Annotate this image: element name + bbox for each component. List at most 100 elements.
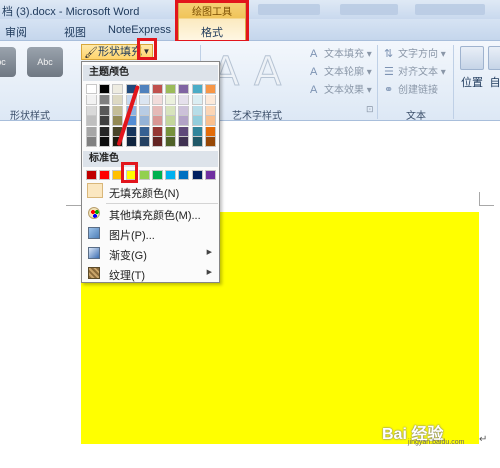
- standard-color-swatch[interactable]: [99, 170, 111, 180]
- blurred-title-segment: [415, 4, 485, 15]
- dialog-launcher-icon[interactable]: ⊡: [366, 104, 374, 115]
- text-fill-button[interactable]: A 文本填充 ▾: [310, 45, 372, 60]
- menu-item-picture[interactable]: 图片(P)...: [83, 224, 218, 243]
- theme-color-swatch[interactable]: [178, 126, 190, 137]
- group-separator: [453, 45, 454, 119]
- theme-color-swatch[interactable]: [138, 95, 150, 105]
- theme-color-swatch[interactable]: [204, 137, 216, 147]
- menu-item-label: 纹理(T): [109, 270, 146, 282]
- tab-noteexpress[interactable]: NoteExpress: [108, 24, 171, 36]
- theme-color-swatch[interactable]: [191, 126, 203, 137]
- theme-color-swatch[interactable]: [86, 126, 97, 137]
- theme-color-swatch[interactable]: [138, 137, 150, 147]
- theme-color-swatch[interactable]: [86, 95, 97, 105]
- standard-color-swatch[interactable]: [138, 170, 150, 180]
- theme-color-swatch[interactable]: [99, 116, 111, 126]
- theme-color-swatch[interactable]: [99, 105, 111, 116]
- theme-color-swatch[interactable]: [204, 84, 216, 94]
- theme-color-swatch[interactable]: [112, 95, 124, 105]
- theme-color-swatch[interactable]: [152, 116, 163, 126]
- theme-color-swatch[interactable]: [125, 137, 137, 147]
- theme-color-swatch[interactable]: [191, 84, 203, 94]
- text-outline-button[interactable]: A 文本轮廓 ▾: [310, 63, 372, 78]
- theme-color-swatch[interactable]: [178, 95, 190, 105]
- theme-color-swatch[interactable]: [178, 105, 190, 116]
- standard-color-swatch[interactable]: [86, 170, 97, 180]
- gradient-icon: [88, 247, 100, 259]
- theme-color-swatch[interactable]: [138, 126, 150, 137]
- text-outline-label: 文本轮廓: [324, 67, 364, 78]
- theme-color-swatch[interactable]: [99, 95, 111, 105]
- text-fill-label: 文本填充: [324, 49, 364, 60]
- theme-color-swatch[interactable]: [204, 126, 216, 137]
- text-direction-button[interactable]: ⇅ 文字方向 ▾: [384, 45, 446, 60]
- theme-color-swatch[interactable]: [191, 105, 203, 116]
- paint-bucket-icon: 🖌: [84, 47, 98, 59]
- text-outline-icon: A: [310, 66, 318, 78]
- standard-color-swatch[interactable]: [178, 170, 190, 180]
- menu-item-gradient[interactable]: 渐变(G) ▶: [83, 244, 218, 263]
- texture-icon: [88, 267, 100, 279]
- wrap-text-icon: [488, 46, 500, 70]
- tab-view[interactable]: 视图: [64, 24, 86, 40]
- highlight-box-format-tab: [175, 0, 249, 43]
- wrap-text-button[interactable]: 自: [488, 46, 500, 90]
- standard-color-swatch[interactable]: [191, 170, 203, 180]
- theme-color-swatch[interactable]: [191, 137, 203, 147]
- standard-color-swatch[interactable]: [204, 170, 216, 180]
- submenu-arrow-icon: ▶: [206, 249, 212, 256]
- standard-color-swatch[interactable]: [152, 170, 163, 180]
- theme-color-swatch[interactable]: [86, 105, 97, 116]
- theme-color-swatch[interactable]: [204, 116, 216, 126]
- theme-color-swatch[interactable]: [165, 84, 177, 94]
- theme-color-swatch[interactable]: [204, 95, 216, 105]
- standard-color-swatch[interactable]: [165, 170, 177, 180]
- watermark-url: jingyan.baidu.com: [408, 439, 465, 446]
- theme-color-swatch[interactable]: [165, 105, 177, 116]
- theme-color-swatch[interactable]: [138, 116, 150, 126]
- menu-item-more-fill-colors[interactable]: 其他填充颜色(M)...: [83, 204, 218, 223]
- theme-color-swatch[interactable]: [165, 116, 177, 126]
- text-effects-button[interactable]: A 文本效果 ▾: [310, 81, 372, 96]
- link-icon: ⚭: [384, 84, 394, 96]
- theme-color-swatch[interactable]: [112, 84, 124, 94]
- shape-style-preview[interactable]: Abc: [27, 47, 63, 77]
- theme-color-swatch[interactable]: [178, 137, 190, 147]
- create-link-button[interactable]: ⚭ 创建链接: [384, 81, 438, 96]
- ribbon-tabs: 审阅 视图 NoteExpress: [0, 19, 500, 41]
- shape-style-preview[interactable]: Abc: [0, 47, 16, 77]
- theme-color-swatch[interactable]: [204, 105, 216, 116]
- theme-color-swatch[interactable]: [99, 137, 111, 147]
- theme-color-swatch[interactable]: [165, 95, 177, 105]
- wordart-style-preview[interactable]: A: [253, 49, 281, 96]
- theme-color-swatch[interactable]: [165, 137, 177, 147]
- menu-item-label: 其他填充颜色(M)...: [109, 210, 201, 222]
- theme-color-swatch[interactable]: [112, 105, 124, 116]
- theme-color-swatch[interactable]: [138, 84, 150, 94]
- theme-color-swatch[interactable]: [152, 84, 163, 94]
- theme-color-swatch[interactable]: [99, 126, 111, 137]
- align-text-label: 对齐文本: [398, 67, 438, 78]
- menu-item-no-fill[interactable]: 无填充颜色(N): [83, 182, 218, 201]
- theme-color-swatch[interactable]: [112, 116, 124, 126]
- theme-color-swatch[interactable]: [86, 137, 97, 147]
- theme-color-swatch[interactable]: [99, 84, 111, 94]
- align-text-button[interactable]: ☰ 对齐文本 ▾: [384, 63, 446, 78]
- theme-color-swatch[interactable]: [178, 116, 190, 126]
- theme-color-swatch[interactable]: [86, 84, 97, 94]
- theme-color-swatch[interactable]: [191, 95, 203, 105]
- tab-review[interactable]: 审阅: [5, 24, 27, 40]
- theme-color-swatch[interactable]: [86, 116, 97, 126]
- ribbon-body: Abc Abc 形状样式 A A A文本填充 ▾ A文本轮廓 ▾ A文本效果 ▾…: [0, 41, 500, 122]
- theme-color-swatch[interactable]: [125, 126, 137, 137]
- theme-color-swatch[interactable]: [138, 105, 150, 116]
- theme-color-swatch[interactable]: [152, 137, 163, 147]
- position-button[interactable]: 位置: [457, 46, 487, 90]
- theme-color-swatch[interactable]: [152, 95, 163, 105]
- theme-color-swatch[interactable]: [165, 126, 177, 137]
- theme-color-swatch[interactable]: [191, 116, 203, 126]
- theme-color-swatch[interactable]: [178, 84, 190, 94]
- menu-item-texture[interactable]: 纹理(T) ▶: [83, 264, 218, 283]
- theme-color-swatch[interactable]: [152, 105, 163, 116]
- theme-color-swatch[interactable]: [152, 126, 163, 137]
